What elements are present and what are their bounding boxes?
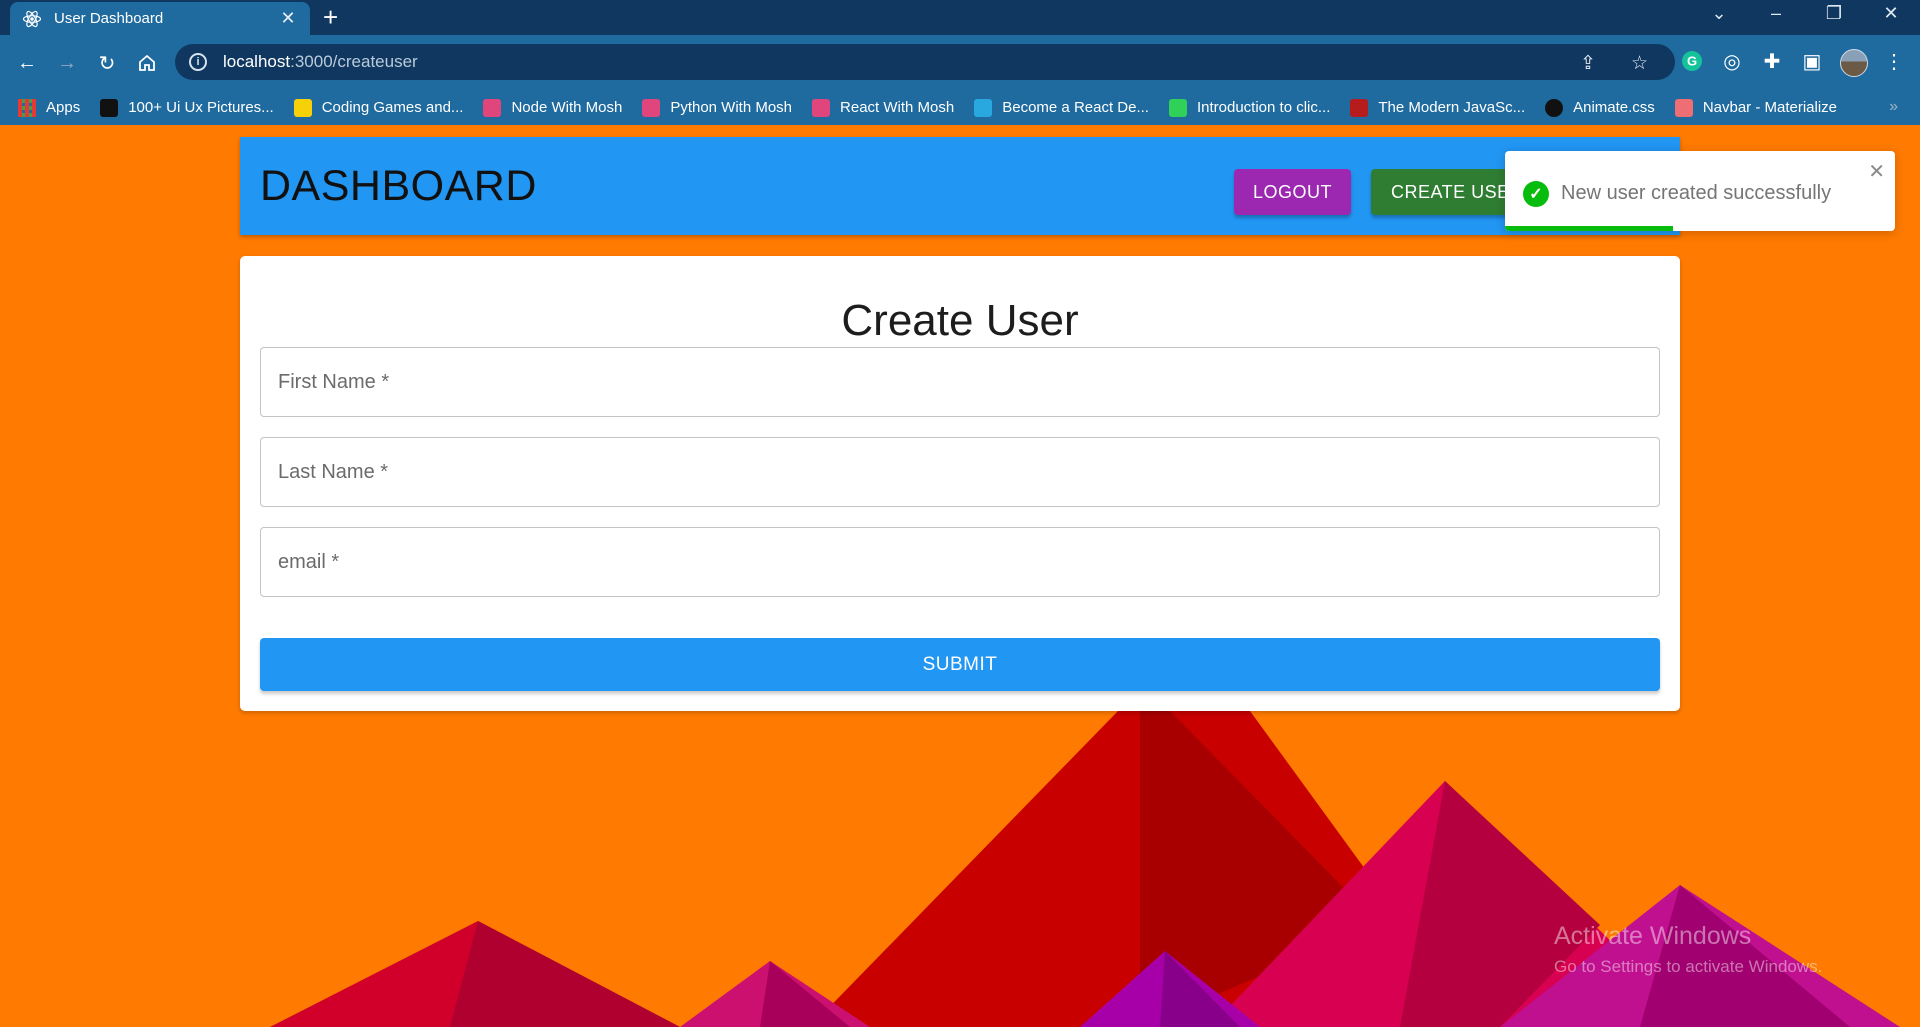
bookmark-label: React With Mosh bbox=[840, 99, 955, 116]
extension-target-icon[interactable]: ◎ bbox=[1718, 47, 1746, 75]
bookmarks-overflow-icon[interactable]: » bbox=[1889, 98, 1898, 116]
new-tab-icon[interactable]: + bbox=[323, 4, 338, 30]
close-toast-icon[interactable]: ✕ bbox=[1868, 159, 1885, 184]
dashboard-brand[interactable]: DASHBOARD bbox=[260, 162, 537, 211]
grammarly-icon[interactable]: G bbox=[1678, 47, 1706, 75]
bookmark-label: Introduction to clic... bbox=[1196, 99, 1331, 116]
bookmark-label: The Modern JavaSc... bbox=[1378, 99, 1526, 116]
restore-icon[interactable]: ❐ bbox=[1814, 3, 1854, 24]
bookmark-label: Python With Mosh bbox=[670, 99, 793, 116]
bookmark-label: Coding Games and... bbox=[321, 99, 464, 116]
bookmark-item[interactable]: Python With Mosh bbox=[642, 98, 793, 117]
browser-toolbar: ← → ↻ i localhost:3000/createuser ⇪ ☆ G … bbox=[0, 35, 1920, 90]
browser-tabbar: User Dashboard ✕ + ⌄ – ❐ ✕ bbox=[0, 0, 1920, 35]
svg-text:G: G bbox=[1687, 54, 1697, 69]
url-host: localhost bbox=[223, 52, 291, 71]
bookmark-apps[interactable]: Apps bbox=[18, 98, 81, 117]
bookmark-label: Apps bbox=[46, 99, 81, 116]
logout-button[interactable]: LOGOUT bbox=[1234, 169, 1351, 215]
watermark-subtitle: Go to Settings to activate Windows. bbox=[1554, 957, 1823, 976]
menu-kebab-icon[interactable]: ⋮ bbox=[1880, 47, 1908, 75]
toast-message: New user created successfully bbox=[1561, 182, 1832, 204]
bookmark-icon bbox=[293, 98, 312, 117]
bookmark-icon bbox=[974, 98, 993, 117]
create-user-form: Create User SUBMIT bbox=[240, 256, 1680, 711]
first-name-input[interactable] bbox=[261, 348, 1659, 416]
bookmark-icon bbox=[1674, 98, 1693, 117]
close-tab-icon[interactable]: ✕ bbox=[278, 8, 298, 29]
bookmark-item[interactable]: Introduction to clic... bbox=[1168, 98, 1331, 117]
last-name-input[interactable] bbox=[261, 438, 1659, 506]
share-icon[interactable]: ⇪ bbox=[1580, 52, 1596, 75]
bookmark-label: Become a React De... bbox=[1002, 99, 1149, 116]
bookmark-icon bbox=[100, 98, 119, 117]
address-bar[interactable]: i localhost:3000/createuser ⇪ ☆ bbox=[175, 44, 1675, 80]
bookmark-icon bbox=[1168, 98, 1187, 117]
back-icon[interactable]: ← bbox=[13, 49, 41, 77]
extensions-puzzle-icon[interactable]: ✚ bbox=[1758, 47, 1786, 75]
home-icon[interactable] bbox=[133, 49, 161, 77]
tab-title: User Dashboard bbox=[54, 10, 164, 27]
toast-progress-bar bbox=[1505, 226, 1673, 231]
bookmark-label: Animate.css bbox=[1573, 99, 1655, 116]
email-input[interactable] bbox=[261, 528, 1659, 596]
bookmark-item[interactable]: React With Mosh bbox=[812, 98, 955, 117]
bookmark-label: Node With Mosh bbox=[511, 99, 623, 116]
bookmark-icon bbox=[642, 98, 661, 117]
submit-button[interactable]: SUBMIT bbox=[260, 638, 1660, 691]
last-name-field[interactable] bbox=[260, 437, 1660, 507]
url-path: :3000/createuser bbox=[290, 52, 418, 71]
side-panel-icon[interactable]: ▣ bbox=[1798, 47, 1826, 75]
bookmark-label: 100+ Ui Ux Pictures... bbox=[128, 99, 274, 116]
activate-windows-watermark: Activate Windows Go to Settings to activ… bbox=[1554, 922, 1822, 977]
bookmark-icon bbox=[483, 98, 502, 117]
bookmark-item[interactable]: Node With Mosh bbox=[483, 98, 623, 117]
bookmark-item[interactable]: The Modern JavaSc... bbox=[1350, 98, 1526, 117]
bookmark-item[interactable]: Animate.css bbox=[1545, 98, 1655, 117]
minimize-icon[interactable]: – bbox=[1756, 3, 1796, 24]
app-header: DASHBOARD LOGOUT CREATE USER bbox=[240, 137, 1680, 235]
react-icon bbox=[22, 9, 42, 29]
bookmark-icon bbox=[1350, 98, 1369, 117]
bookmark-icon bbox=[1545, 98, 1564, 117]
form-title: Create User bbox=[841, 296, 1079, 345]
watermark-title: Activate Windows bbox=[1554, 922, 1752, 950]
browser-tab[interactable]: User Dashboard ✕ bbox=[10, 2, 310, 35]
bookmark-item[interactable]: Become a React De... bbox=[974, 98, 1149, 117]
reload-icon[interactable]: ↻ bbox=[93, 49, 121, 77]
close-window-icon[interactable]: ✕ bbox=[1871, 3, 1911, 24]
bookmark-item[interactable]: 100+ Ui Ux Pictures... bbox=[100, 98, 274, 117]
forward-icon[interactable]: → bbox=[53, 49, 81, 77]
email-field[interactable] bbox=[260, 527, 1660, 597]
apps-grid-icon bbox=[18, 98, 36, 117]
bookmarks-bar: Apps 100+ Ui Ux Pictures... Coding Games… bbox=[0, 90, 1920, 125]
site-info-icon[interactable]: i bbox=[189, 53, 207, 71]
tab-search-icon[interactable]: ⌄ bbox=[1699, 3, 1739, 24]
first-name-field[interactable] bbox=[260, 347, 1660, 417]
bookmark-item[interactable]: Coding Games and... bbox=[293, 98, 464, 117]
bookmark-star-icon[interactable]: ☆ bbox=[1631, 52, 1648, 75]
page-content: DASHBOARD LOGOUT CREATE USER Create User… bbox=[0, 125, 1920, 1027]
check-circle-icon: ✓ bbox=[1523, 181, 1549, 207]
profile-avatar[interactable] bbox=[1840, 49, 1868, 77]
bookmark-item[interactable]: Navbar - Materialize bbox=[1674, 98, 1838, 117]
success-toast[interactable]: ✓ New user created successfully ✕ bbox=[1505, 151, 1895, 231]
bookmark-label: Navbar - Materialize bbox=[1702, 99, 1838, 116]
bookmark-icon bbox=[812, 98, 831, 117]
